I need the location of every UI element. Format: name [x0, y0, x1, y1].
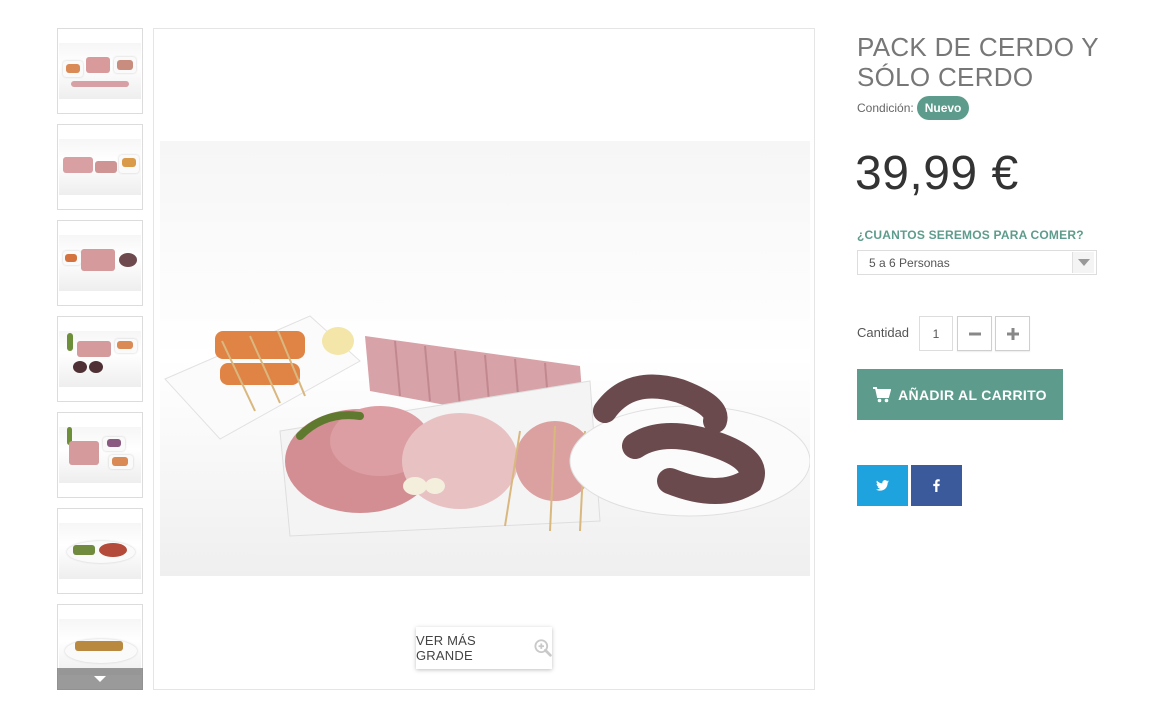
quantity-input[interactable] — [919, 316, 953, 351]
twitter-icon — [876, 480, 889, 491]
quantity-decrease-button[interactable] — [957, 316, 992, 351]
product-image[interactable] — [160, 141, 810, 576]
product-condition: Condición: Nuevo — [857, 96, 970, 120]
product-thumbnail[interactable] — [57, 316, 143, 402]
thumbnail-image — [59, 331, 141, 387]
condition-badge: Nuevo — [916, 96, 970, 120]
product-title: PACK DE CERDO Y SÓLO CERDO — [857, 32, 1099, 92]
option-label: ¿CUANTOS SEREMOS PARA COMER? — [857, 228, 1084, 242]
people-select[interactable]: 5 a 6 Personas — [857, 250, 1097, 275]
add-to-cart-button[interactable]: AÑADIR AL CARRITO — [857, 369, 1063, 420]
thumbnail-scroll-down-button[interactable] — [57, 668, 143, 690]
product-thumbnail[interactable] — [57, 508, 143, 594]
view-larger-button[interactable]: VER MÁS GRANDE — [416, 627, 552, 669]
add-to-cart-label: AÑADIR AL CARRITO — [898, 386, 1047, 403]
thumbnail-image — [59, 523, 141, 579]
thumbnail-image — [59, 427, 141, 483]
zoom-in-icon — [534, 639, 552, 657]
twitter-share-button[interactable] — [857, 465, 908, 506]
quantity-increase-button[interactable] — [995, 316, 1030, 351]
main-image-frame: VER MÁS GRANDE — [153, 28, 815, 690]
product-thumbnail[interactable] — [57, 28, 143, 114]
quantity-label: Cantidad — [857, 325, 910, 340]
condition-label: Condición: — [857, 101, 914, 115]
thumbnail-image — [59, 235, 141, 291]
chevron-down-icon — [1072, 252, 1094, 273]
thumbnail-image — [59, 139, 141, 195]
thumbnail-image — [59, 619, 141, 675]
product-thumbnail[interactable] — [57, 412, 143, 498]
thumbnail-image — [59, 43, 141, 99]
thumbnail-gallery — [57, 28, 143, 690]
product-thumbnail[interactable] — [57, 220, 143, 306]
minus-icon — [968, 332, 981, 335]
shopping-cart-icon — [873, 386, 892, 402]
plus-icon — [1006, 327, 1019, 340]
view-larger-label: VER MÁS GRANDE — [416, 633, 476, 663]
facebook-share-button[interactable] — [911, 465, 962, 506]
product-photo-illustration — [160, 141, 810, 576]
people-select-value: 5 a 6 Personas — [869, 255, 950, 270]
facebook-icon — [933, 479, 940, 492]
chevron-down-icon — [94, 676, 106, 682]
product-thumbnail[interactable] — [57, 124, 143, 210]
product-price: 39,99 € — [855, 147, 1019, 200]
